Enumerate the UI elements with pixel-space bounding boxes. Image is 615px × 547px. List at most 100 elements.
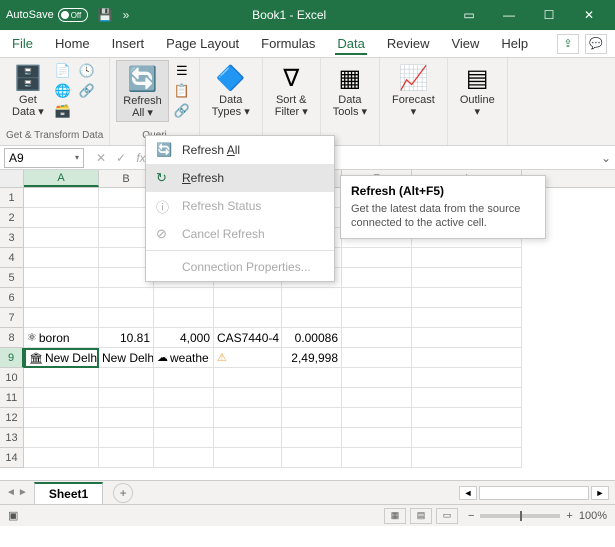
maximize-icon[interactable]: ☐ <box>529 0 569 30</box>
get-data-button[interactable]: 🗄️ Get Data ▾ <box>6 60 50 120</box>
sheet-nav-next-icon[interactable]: ► <box>18 487 28 498</box>
normal-view-icon[interactable]: ▦ <box>384 508 406 524</box>
row-header[interactable]: 11 <box>0 388 24 408</box>
menu-refresh-all[interactable]: 🔄Refresh All <box>146 136 334 164</box>
minimize-icon[interactable]: — <box>489 0 529 30</box>
cell[interactable] <box>24 208 99 228</box>
cell[interactable] <box>214 308 282 328</box>
outline-button[interactable]: ▤ Outline ▾ <box>454 60 501 120</box>
cell[interactable] <box>24 428 99 448</box>
hscroll-track[interactable] <box>479 486 589 500</box>
sheet-tab-sheet1[interactable]: Sheet1 <box>34 482 103 504</box>
cell[interactable] <box>342 308 412 328</box>
cell[interactable]: 4,000 <box>154 328 214 348</box>
cell[interactable]: CAS7440-4 <box>214 328 282 348</box>
data-types-button[interactable]: 🔷 Data Types ▾ <box>206 60 256 120</box>
sort-filter-button[interactable]: ∇ Sort & Filter ▾ <box>269 60 314 120</box>
cell[interactable] <box>99 368 154 388</box>
cell[interactable] <box>24 308 99 328</box>
cell[interactable] <box>99 388 154 408</box>
cell[interactable] <box>412 408 522 428</box>
expand-formula-icon[interactable]: ⌄ <box>597 151 615 165</box>
enter-icon[interactable]: ✓ <box>112 151 130 165</box>
cell[interactable] <box>24 268 99 288</box>
cell[interactable] <box>282 428 342 448</box>
cell[interactable] <box>214 288 282 308</box>
cell[interactable] <box>282 448 342 468</box>
cell[interactable]: 🏛New Delh <box>24 348 99 368</box>
recent-sources-icon[interactable]: 🕓 <box>78 62 96 80</box>
cell[interactable] <box>24 288 99 308</box>
cell[interactable] <box>214 428 282 448</box>
cell[interactable] <box>154 308 214 328</box>
cell[interactable] <box>342 328 412 348</box>
col-header-A[interactable]: A <box>24 170 99 187</box>
row-header[interactable]: 8 <box>0 328 24 348</box>
row-header[interactable]: 14 <box>0 448 24 468</box>
select-all-triangle[interactable] <box>0 170 24 187</box>
cell[interactable] <box>99 448 154 468</box>
cell[interactable] <box>282 288 342 308</box>
cell[interactable] <box>412 248 522 268</box>
cell[interactable]: ⚠ <box>214 348 282 368</box>
row-header[interactable]: 12 <box>0 408 24 428</box>
cell[interactable] <box>214 368 282 388</box>
zoom-level[interactable]: 100% <box>579 510 607 522</box>
row-header[interactable]: 13 <box>0 428 24 448</box>
cell[interactable] <box>412 448 522 468</box>
autosave-toggle[interactable]: AutoSave Off <box>6 8 88 22</box>
cancel-icon[interactable]: ✕ <box>92 151 110 165</box>
row-header[interactable]: 10 <box>0 368 24 388</box>
row-header[interactable]: 9 <box>0 348 24 368</box>
qat-overflow-icon[interactable]: » <box>123 8 130 22</box>
zoom-in-icon[interactable]: + <box>566 510 572 522</box>
cell[interactable] <box>99 408 154 428</box>
cell[interactable] <box>342 388 412 408</box>
cell[interactable]: New Delh <box>99 348 154 368</box>
record-macro-icon[interactable]: ▣ <box>8 509 18 522</box>
cell[interactable] <box>154 448 214 468</box>
cell[interactable] <box>412 308 522 328</box>
cell[interactable]: 2,49,998 <box>282 348 342 368</box>
from-web-icon[interactable]: 🌐 <box>54 82 72 100</box>
cell[interactable] <box>412 348 522 368</box>
data-tools-button[interactable]: ▦ Data Tools ▾ <box>327 60 373 120</box>
edit-links-icon[interactable]: 🔗 <box>173 102 191 120</box>
close-icon[interactable]: ✕ <box>569 0 609 30</box>
cell[interactable]: ⚛boron <box>24 328 99 348</box>
cell[interactable] <box>154 428 214 448</box>
cell[interactable] <box>282 388 342 408</box>
tab-page-layout[interactable]: Page Layout <box>164 32 241 55</box>
cell[interactable] <box>99 428 154 448</box>
zoom-out-icon[interactable]: − <box>468 510 474 522</box>
cell[interactable] <box>412 328 522 348</box>
queries-icon[interactable]: ☰ <box>173 62 191 80</box>
cell[interactable] <box>214 388 282 408</box>
row-header[interactable]: 4 <box>0 248 24 268</box>
existing-conn-icon[interactable]: 🔗 <box>78 82 96 100</box>
cell[interactable] <box>99 308 154 328</box>
cell[interactable] <box>24 408 99 428</box>
cell[interactable] <box>342 348 412 368</box>
cell[interactable] <box>412 368 522 388</box>
tab-help[interactable]: Help <box>499 32 530 55</box>
cell[interactable] <box>24 228 99 248</box>
ribbon-options-icon[interactable]: ▭ <box>449 0 489 30</box>
cell[interactable]: ☁weathe <box>154 348 214 368</box>
cell[interactable] <box>342 268 412 288</box>
cell[interactable]: 0.00086 <box>282 328 342 348</box>
cell[interactable] <box>342 368 412 388</box>
cell[interactable] <box>24 188 99 208</box>
cell[interactable] <box>412 428 522 448</box>
cell[interactable] <box>412 288 522 308</box>
tab-file[interactable]: File <box>10 32 35 55</box>
row-header[interactable]: 3 <box>0 228 24 248</box>
from-text-icon[interactable]: 📄 <box>54 62 72 80</box>
cell[interactable] <box>154 388 214 408</box>
cell[interactable] <box>342 408 412 428</box>
from-table-icon[interactable]: 🗃️ <box>54 102 72 120</box>
tab-review[interactable]: Review <box>385 32 432 55</box>
autosave-switch[interactable]: Off <box>58 8 88 22</box>
cell[interactable] <box>154 288 214 308</box>
sheet-nav-prev-icon[interactable]: ◄ <box>6 487 16 498</box>
